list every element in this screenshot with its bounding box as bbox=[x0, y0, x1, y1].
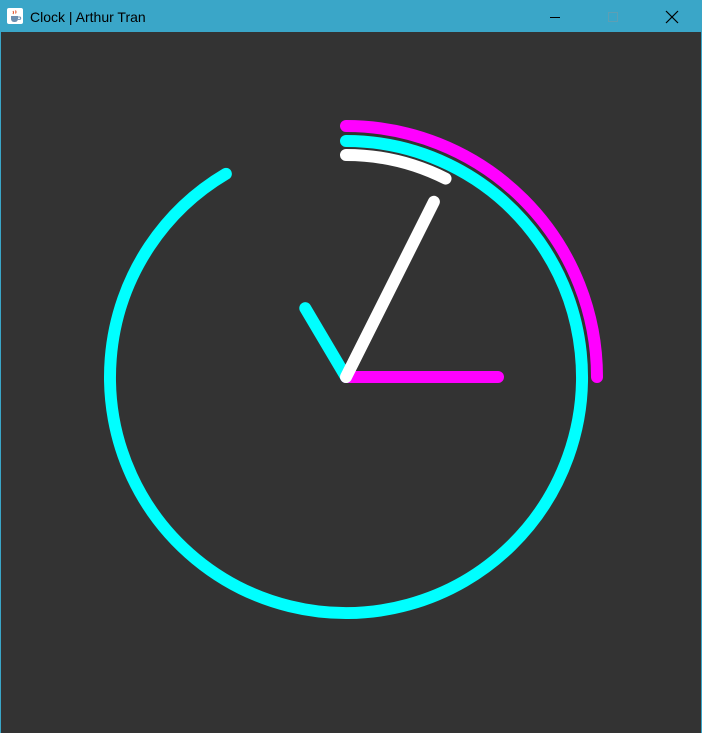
window-title: Clock | Arthur Tran bbox=[30, 9, 146, 25]
clock-window: Clock | Arthur Tran bbox=[0, 0, 702, 733]
minimize-button[interactable] bbox=[526, 1, 584, 32]
clock-face bbox=[104, 120, 603, 619]
title-bar[interactable]: Clock | Arthur Tran bbox=[1, 1, 701, 32]
maximize-button[interactable] bbox=[584, 1, 642, 32]
close-button[interactable] bbox=[643, 1, 701, 32]
clock-canvas bbox=[1, 32, 701, 733]
minute-hand bbox=[340, 195, 440, 383]
close-icon bbox=[665, 10, 679, 23]
maximize-icon bbox=[608, 11, 618, 22]
minimize-icon bbox=[550, 16, 560, 18]
java-coffee-cup-icon bbox=[7, 8, 23, 24]
hour-hand bbox=[299, 302, 352, 383]
